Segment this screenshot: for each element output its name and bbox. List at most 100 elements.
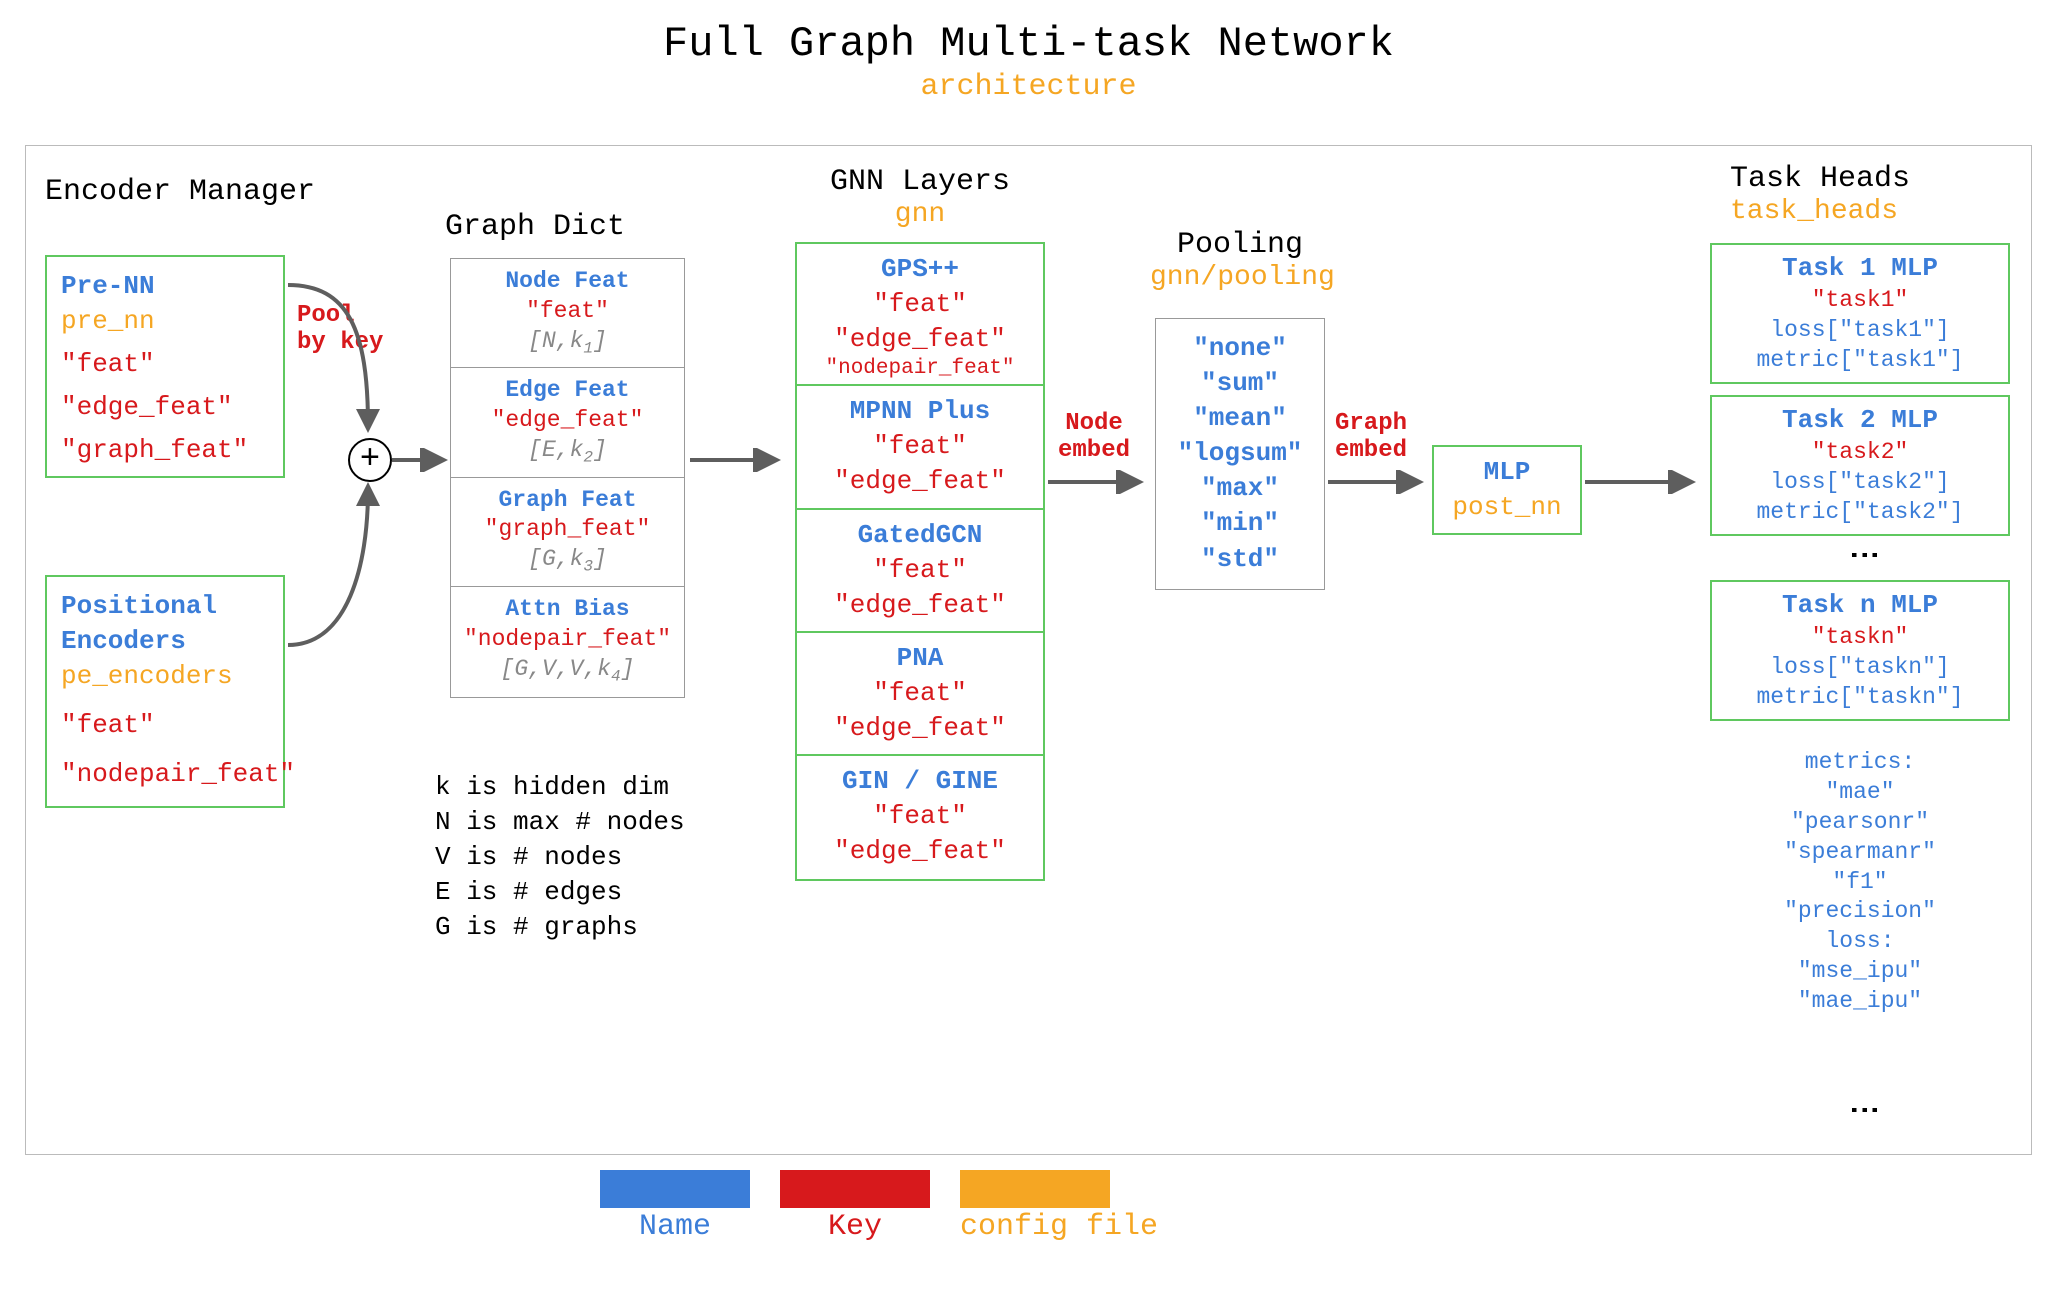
arrow-gnn-to-pool [1048, 470, 1148, 494]
mlp-config: post_nn [1440, 490, 1574, 525]
gnn-3-k1: "edge_feat" [803, 711, 1037, 746]
gnn-0-name: GPS++ [803, 252, 1037, 287]
pre-nn-key-1: "edge_feat" [61, 390, 273, 425]
gnn-0-k0: "feat" [803, 287, 1037, 322]
gnn-3-k0: "feat" [803, 676, 1037, 711]
task1-box: Task 1 MLP "task1" loss["task1"] metric[… [1710, 243, 2010, 384]
pool-opt-1: "sum" [1164, 366, 1316, 401]
pool-opt-3: "logsum" [1164, 436, 1316, 471]
task1-key: "task1" [1716, 286, 2004, 316]
mlp-name: MLP [1440, 455, 1574, 490]
graph-dict-legend: k is hidden dim N is max # nodes V is # … [435, 770, 685, 945]
taskn-loss: loss["taskn"] [1716, 653, 2004, 683]
gnn-0-extra: "nodepair_feat" [803, 357, 1037, 380]
color-legend: Name Key config file [600, 1170, 1158, 1244]
legend-key-swatch [780, 1170, 930, 1208]
diagram-canvas: Full Graph Multi-task Network architectu… [0, 0, 2057, 1304]
pre-nn-key-0: "feat" [61, 347, 273, 382]
gd-row1-shape: [E,k2] [457, 436, 678, 469]
pre-nn-config: pre_nn [61, 304, 273, 339]
legend-config-swatch [960, 1170, 1110, 1208]
gnn-title: GNN Layers [800, 165, 1040, 199]
task2-key: "task2" [1716, 438, 2004, 468]
pool-opt-5: "min" [1164, 506, 1316, 541]
graph-dict-title: Graph Dict [445, 210, 625, 244]
taskn-key: "taskn" [1716, 623, 2004, 653]
pooling-box: "none" "sum" "mean" "logsum" "max" "min"… [1155, 318, 1325, 590]
gnn-2-name: GatedGCN [803, 518, 1037, 553]
gnn-1-k0: "feat" [803, 429, 1037, 464]
arrow-dict-to-gnn [690, 448, 785, 472]
pooling-header: Pooling gnn/pooling [1150, 228, 1330, 293]
metrics-list: metrics: "mae" "pearsonr" "spearmanr" "f… [1720, 748, 2000, 1017]
positional-key-1: "nodepair_feat" [61, 757, 273, 792]
arrow-plus-to-dict [392, 448, 452, 472]
diagram-title: Full Graph Multi-task Network [0, 20, 2057, 68]
pool-opt-6: "std" [1164, 542, 1316, 577]
gd-row0-shape: [N,k1] [457, 327, 678, 360]
vdots-2: ⋮ [1845, 1095, 1880, 1129]
task2-name: Task 2 MLP [1716, 403, 2004, 438]
gnn-config: gnn [800, 199, 1040, 230]
task1-name: Task 1 MLP [1716, 251, 2004, 286]
legend-name-swatch [600, 1170, 750, 1208]
pre-nn-key-2: "graph_feat" [61, 433, 273, 468]
diagram-subtitle: architecture [0, 70, 2057, 104]
gnn-3-name: PNA [803, 641, 1037, 676]
task-heads-header: Task Heads task_heads [1730, 162, 2010, 227]
gd-row1-name: Edge Feat [457, 376, 678, 406]
pre-nn-name: Pre-NN [61, 269, 273, 304]
gd-row2-shape: [G,k3] [457, 545, 678, 578]
gd-row0-name: Node Feat [457, 267, 678, 297]
node-embed-label: Node embed [1058, 410, 1130, 464]
gd-row0-key: "feat" [457, 297, 678, 327]
gnn-0-k1: "edge_feat" [803, 322, 1037, 357]
positional-key-0: "feat" [61, 708, 273, 743]
taskn-name: Task n MLP [1716, 588, 2004, 623]
taskn-metric: metric["taskn"] [1716, 683, 2004, 713]
task1-loss: loss["task1"] [1716, 316, 2004, 346]
legend-key-label: Key [780, 1210, 930, 1244]
arrow-mlp-to-heads [1585, 470, 1700, 494]
positional-name-1: Positional [61, 589, 273, 624]
task2-loss: loss["task2"] [1716, 468, 2004, 498]
legend-name-label: Name [600, 1210, 750, 1244]
gnn-4-name: GIN / GINE [803, 764, 1037, 799]
pool-opt-4: "max" [1164, 471, 1316, 506]
legend-key: Key [780, 1170, 930, 1244]
gnn-2-k1: "edge_feat" [803, 588, 1037, 623]
pooling-config: gnn/pooling [1150, 262, 1330, 293]
encoder-manager-title: Encoder Manager [45, 175, 315, 209]
task-heads-config: task_heads [1730, 196, 2010, 227]
legend-config-label: config file [960, 1210, 1158, 1244]
gnn-1-name: MPNN Plus [803, 394, 1037, 429]
positional-name-2: Encoders [61, 624, 273, 659]
gnn-4-k1: "edge_feat" [803, 834, 1037, 869]
legend-config: config file [960, 1170, 1158, 1244]
gnn-layers-box: GPS++ "feat" "edge_feat" "nodepair_feat"… [795, 242, 1045, 881]
task1-metric: metric["task1"] [1716, 346, 2004, 376]
gd-row2-key: "graph_feat" [457, 515, 678, 545]
task2-box: Task 2 MLP "task2" loss["task2"] metric[… [1710, 395, 2010, 536]
plus-operator: + [348, 438, 392, 482]
graph-embed-label: Graph embed [1335, 410, 1407, 464]
legend-name: Name [600, 1170, 750, 1244]
gd-row3-shape: [G,V,V,k4] [457, 655, 678, 688]
pool-opt-0: "none" [1164, 331, 1316, 366]
pre-nn-box: Pre-NN pre_nn "feat" "edge_feat" "graph_… [45, 255, 285, 478]
arrow-pool-to-mlp [1328, 470, 1428, 494]
gd-row3-name: Attn Bias [457, 595, 678, 625]
positional-config: pe_encoders [61, 659, 273, 694]
positional-encoders-box: Positional Encoders pe_encoders "feat" "… [45, 575, 285, 808]
task-heads-title: Task Heads [1730, 162, 2010, 196]
gnn-header: GNN Layers gnn [800, 165, 1040, 230]
mlp-box: MLP post_nn [1432, 445, 1582, 535]
gnn-2-k0: "feat" [803, 553, 1037, 588]
gnn-4-k0: "feat" [803, 799, 1037, 834]
vdots-1: ⋮ [1845, 540, 1880, 574]
gnn-1-k1: "edge_feat" [803, 464, 1037, 499]
task2-metric: metric["task2"] [1716, 498, 2004, 528]
taskn-box: Task n MLP "taskn" loss["taskn"] metric[… [1710, 580, 2010, 721]
gd-row3-key: "nodepair_feat" [457, 625, 678, 655]
pool-opt-2: "mean" [1164, 401, 1316, 436]
